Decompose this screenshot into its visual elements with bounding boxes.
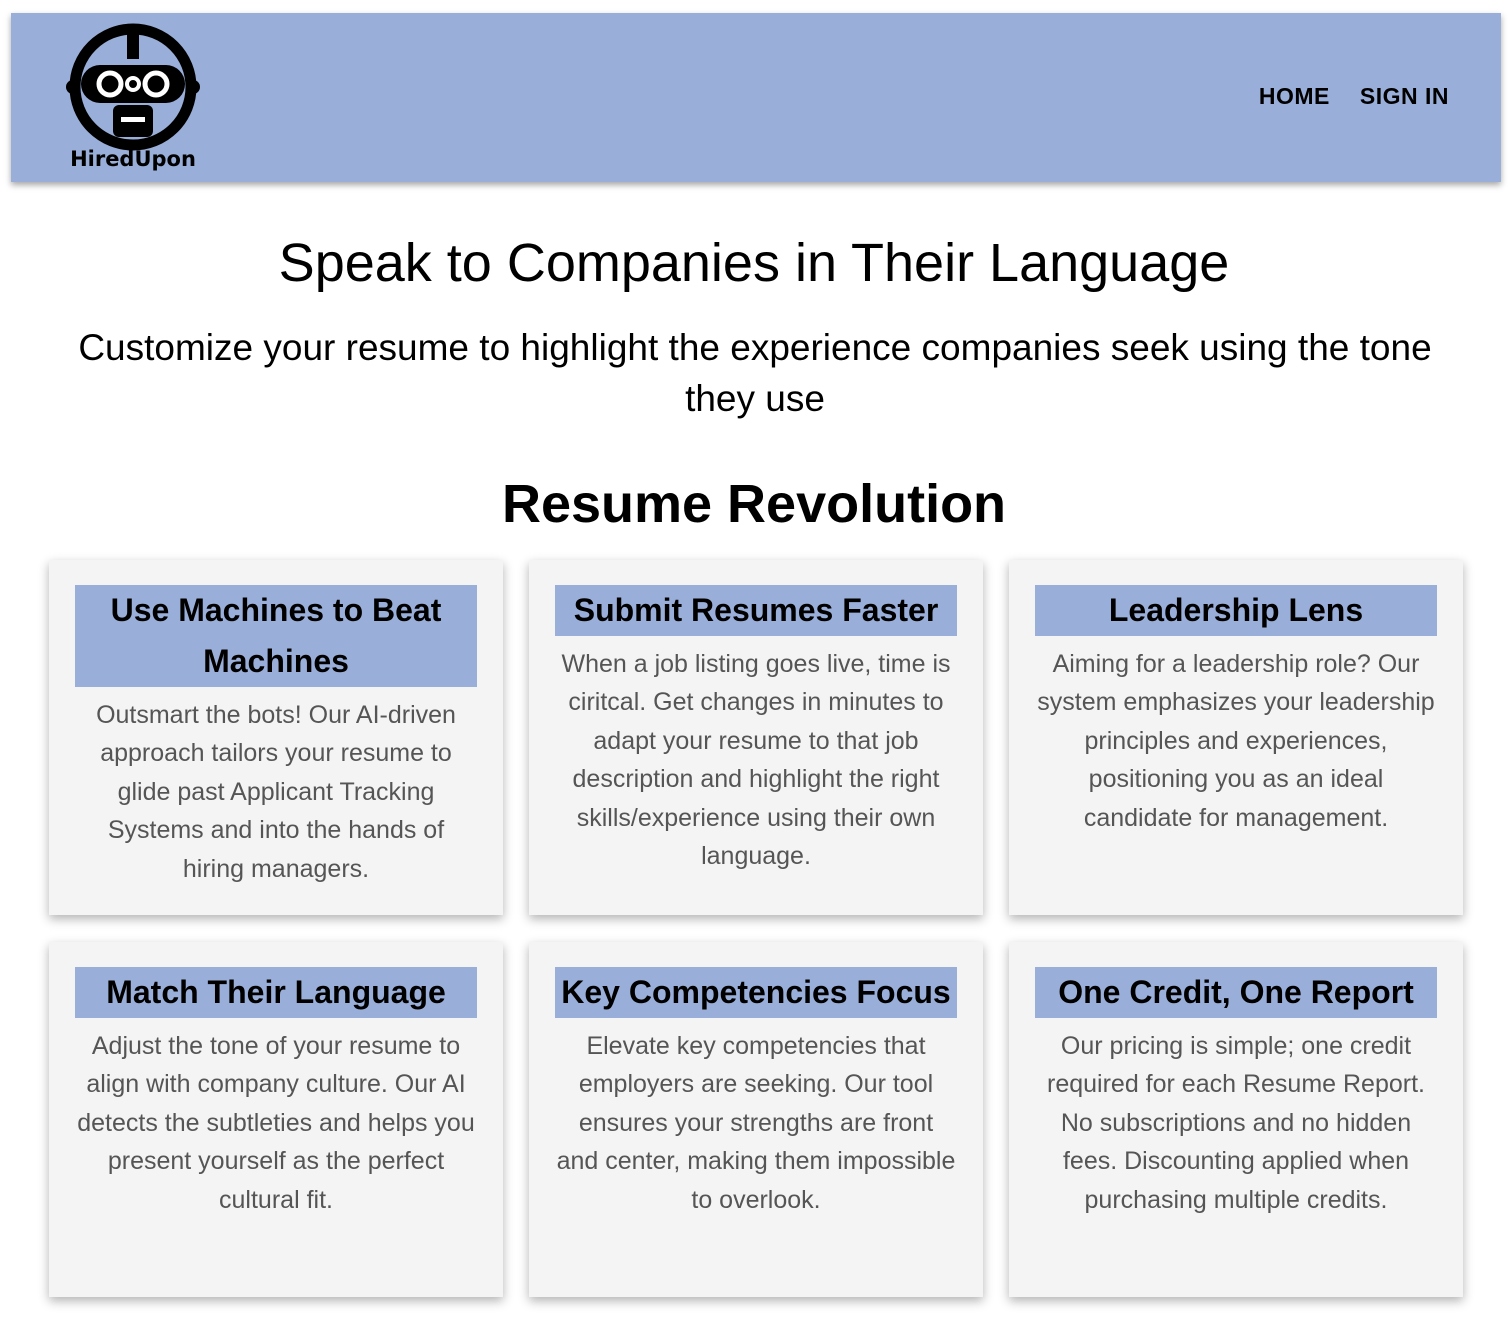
feature-card: Match Their Language Adjust the tone of … xyxy=(49,942,503,1297)
feature-card: Key Competencies Focus Elevate key compe… xyxy=(529,942,983,1297)
feature-card: Use Machines to Beat Machines Outsmart t… xyxy=(49,560,503,915)
feature-card-body: Aiming for a leadership role? Our system… xyxy=(1037,650,1435,832)
features-title: Resume Revolution xyxy=(501,474,1007,534)
feature-card-title: Key Competencies Focus xyxy=(555,967,957,1018)
site-header: HiredUpon HOME SIGN IN xyxy=(11,13,1501,182)
feature-card: Submit Resumes Faster When a job listing… xyxy=(529,560,983,915)
feature-card-title: Use Machines to Beat Machines xyxy=(75,585,477,687)
feature-card-body: Elevate key competencies that employers … xyxy=(556,1032,956,1214)
feature-card-title: One Credit, One Report xyxy=(1035,967,1437,1018)
nav-home-link[interactable]: HOME xyxy=(1259,83,1330,110)
feature-card-body: Outsmart the bots! Our AI-driven approac… xyxy=(96,701,456,883)
brand-logo[interactable]: HiredUpon xyxy=(63,17,203,177)
brand-name: HiredUpon xyxy=(70,147,196,171)
hero-title: Speak to Companies in Their Language xyxy=(278,233,1230,293)
feature-card-body: Our pricing is simple; one credit requir… xyxy=(1047,1032,1425,1214)
feature-grid: Use Machines to Beat Machines Outsmart t… xyxy=(49,560,1463,1297)
feature-card: Leadership Lens Aiming for a leadership … xyxy=(1009,560,1463,915)
robot-logo-icon xyxy=(66,23,200,151)
feature-card-body: When a job listing goes live, time is ci… xyxy=(561,650,951,871)
feature-card: One Credit, One Report Our pricing is si… xyxy=(1009,942,1463,1297)
feature-card-title: Submit Resumes Faster xyxy=(555,585,957,636)
main-nav: HOME SIGN IN xyxy=(1259,83,1449,110)
feature-card-title: Match Their Language xyxy=(75,967,477,1018)
feature-card-body: Adjust the tone of your resume to align … xyxy=(77,1032,475,1214)
hero-subtitle: Customize your resume to highlight the e… xyxy=(78,327,1432,419)
feature-card-title: Leadership Lens xyxy=(1035,585,1437,636)
nav-sign-in-link[interactable]: SIGN IN xyxy=(1360,83,1449,110)
